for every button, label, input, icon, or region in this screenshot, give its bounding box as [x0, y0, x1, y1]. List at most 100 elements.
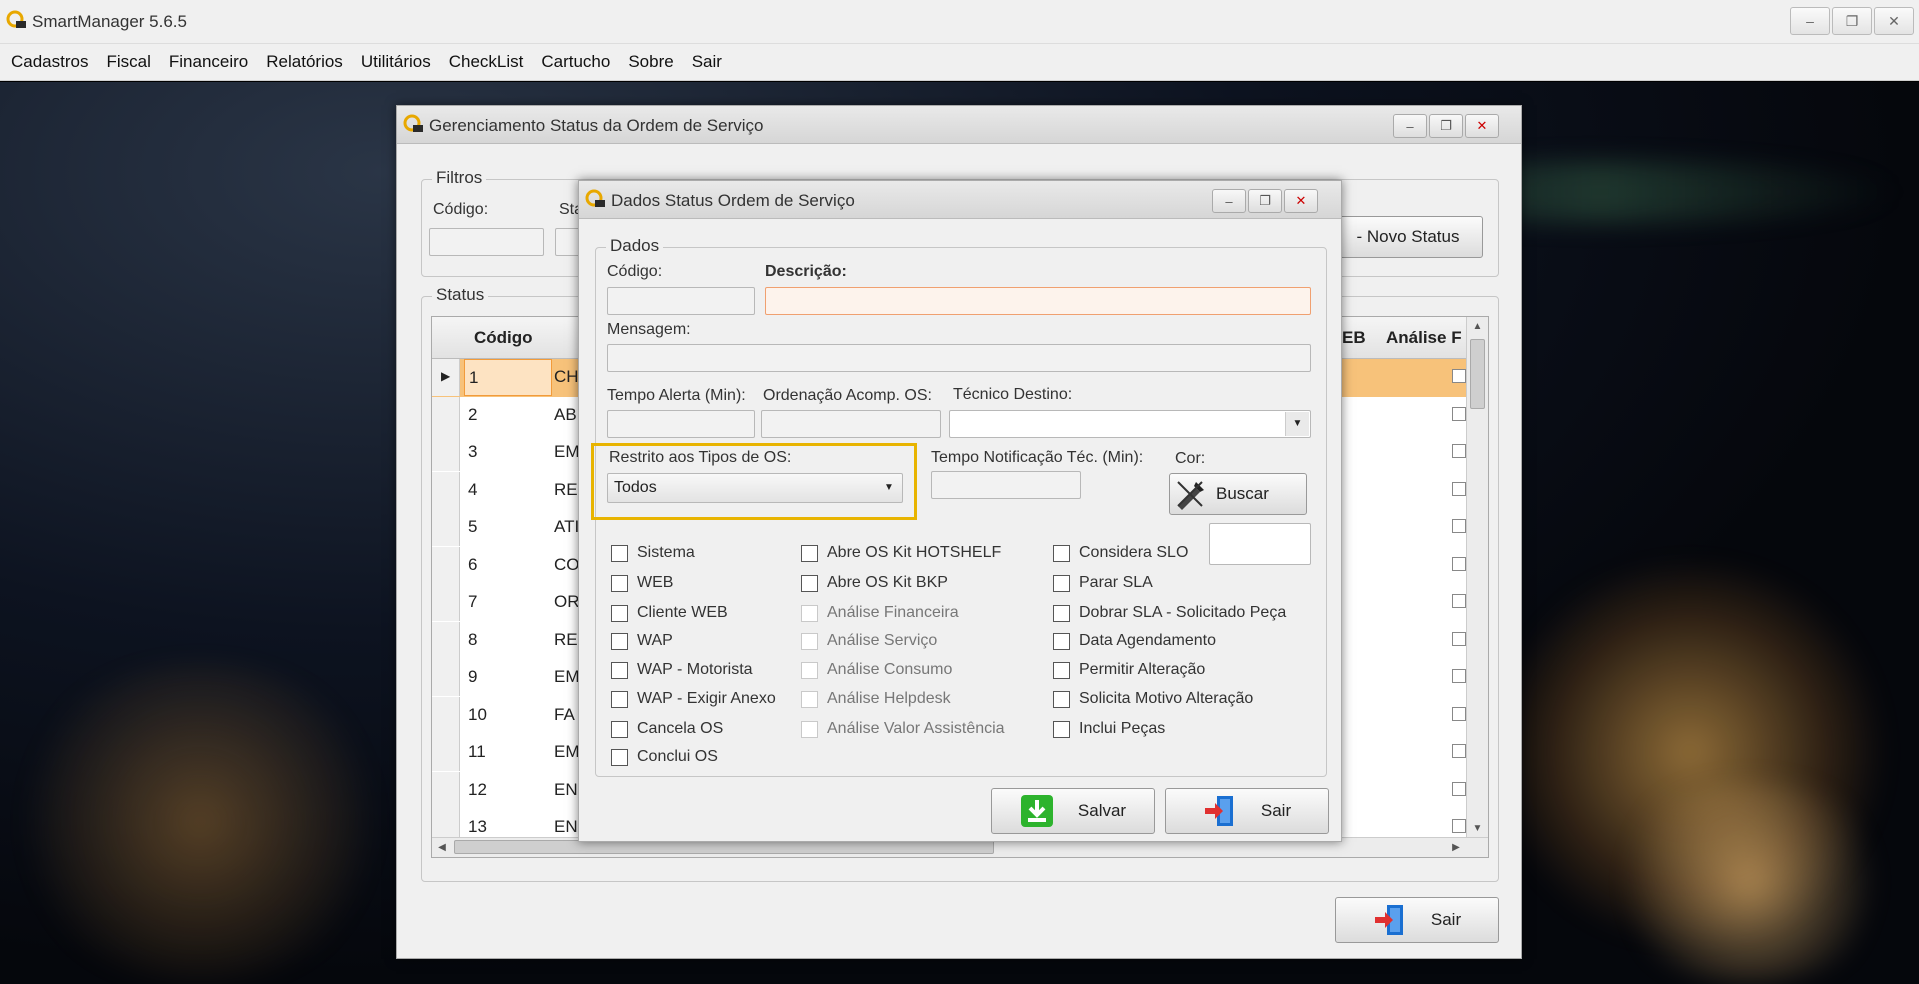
row-header[interactable]: ▶ — [432, 359, 460, 396]
close-icon[interactable]: ✕ — [1874, 7, 1914, 35]
row-header[interactable] — [432, 771, 460, 809]
cell-descricao: CO — [554, 554, 580, 574]
cell-checkbox[interactable] — [1452, 781, 1466, 796]
checkbox-cliente-web[interactable] — [611, 605, 628, 622]
checkbox-abre-os-kit-bkp[interactable] — [801, 575, 818, 592]
checkbox-web[interactable] — [611, 575, 628, 592]
menu-cadastros[interactable]: Cadastros — [2, 52, 97, 72]
checkbox-wap-exigir-anexo[interactable] — [611, 691, 628, 708]
minimize-icon[interactable]: – — [1790, 7, 1830, 35]
row-header[interactable] — [432, 509, 460, 546]
grid-header-web[interactable]: EB — [1342, 328, 1366, 348]
chevron-down-icon[interactable]: ▼ — [1285, 412, 1309, 436]
row-header[interactable] — [432, 734, 460, 771]
grid-header-analise[interactable]: Análise F — [1386, 328, 1462, 348]
novo-status-button[interactable]: - Novo Status — [1333, 216, 1483, 258]
minimize-icon[interactable]: – — [1393, 114, 1427, 138]
tempo-alerta-input[interactable] — [607, 410, 755, 438]
row-header[interactable] — [432, 659, 460, 696]
checkbox-label: Análise Helpdesk — [827, 690, 951, 707]
tempo-notificacao-input[interactable] — [931, 471, 1081, 499]
menu-sair[interactable]: Sair — [683, 52, 731, 72]
buscar-cor-button[interactable]: Buscar — [1169, 473, 1307, 515]
row-header[interactable] — [432, 434, 460, 471]
menu-financeiro[interactable]: Financeiro — [160, 52, 257, 72]
cell-checkbox[interactable] — [1452, 819, 1466, 833]
restore-icon[interactable]: ❐ — [1832, 7, 1872, 35]
cell-codigo: 4 — [468, 479, 478, 499]
hscroll-thumb[interactable] — [454, 840, 994, 854]
checkbox-inclui-pecas[interactable] — [1053, 721, 1070, 738]
checkbox-wap[interactable] — [611, 633, 628, 650]
checkbox-analise-servico — [801, 633, 818, 650]
menu-checklist[interactable]: CheckList — [440, 52, 533, 72]
status-sair-button[interactable]: Sair — [1335, 897, 1499, 943]
checkbox-abre-os-kit-hotshelf[interactable] — [801, 545, 818, 562]
scroll-down-icon[interactable]: ▼ — [1467, 819, 1488, 839]
cell-checkbox[interactable] — [1452, 406, 1466, 421]
dados-legend: Dados — [606, 236, 664, 256]
minimize-icon[interactable]: – — [1212, 189, 1246, 213]
checkbox-permitir-alteracao[interactable] — [1053, 662, 1070, 679]
checkbox-label: Dobrar SLA - Solicitado Peça — [1079, 604, 1287, 621]
close-icon[interactable]: ✕ — [1465, 114, 1499, 138]
dados-sair-button[interactable]: Sair — [1165, 788, 1329, 834]
cell-codigo: 8 — [468, 629, 478, 649]
checkbox-considera-slo[interactable] — [1053, 545, 1070, 562]
restrito-tipos-os-select[interactable]: Todos ▼ — [607, 473, 903, 503]
row-header[interactable] — [432, 696, 460, 734]
ordenacao-input[interactable] — [761, 410, 941, 438]
checkbox-wap-motorista[interactable] — [611, 662, 628, 679]
mensagem-input[interactable] — [607, 344, 1311, 372]
checkbox-dobrar-sla-solicitado-peca[interactable] — [1053, 605, 1070, 622]
descricao-label: Descrição: — [765, 263, 847, 280]
chevron-down-icon[interactable]: ▼ — [878, 476, 900, 500]
row-header[interactable] — [432, 396, 460, 434]
checkbox-sistema[interactable] — [611, 545, 628, 562]
menu-cartucho[interactable]: Cartucho — [532, 52, 619, 72]
row-header[interactable] — [432, 471, 460, 509]
menu-relatorios[interactable]: Relatórios — [257, 52, 352, 72]
menu-sobre[interactable]: Sobre — [619, 52, 682, 72]
cor-label: Cor: — [1175, 450, 1206, 467]
cell-checkbox[interactable] — [1452, 669, 1466, 683]
row-header[interactable] — [432, 584, 460, 621]
descricao-input[interactable] — [765, 287, 1311, 315]
cell-checkbox[interactable] — [1452, 706, 1466, 721]
cell-checkbox[interactable] — [1452, 369, 1466, 383]
scroll-up-icon[interactable]: ▲ — [1467, 317, 1488, 337]
salvar-label: Salvar — [1077, 801, 1127, 820]
codigo-input[interactable] — [607, 287, 755, 315]
close-icon[interactable]: ✕ — [1284, 189, 1318, 213]
cell-checkbox[interactable] — [1452, 444, 1466, 458]
cell-descricao: EN — [554, 779, 578, 799]
maximize-icon[interactable]: ❐ — [1248, 189, 1282, 213]
menu-fiscal[interactable]: Fiscal — [97, 52, 159, 72]
menu-utilitarios[interactable]: Utilitários — [352, 52, 440, 72]
scroll-left-icon[interactable]: ◀ — [432, 838, 452, 857]
checkbox-data-agendamento[interactable] — [1053, 633, 1070, 650]
dados-sair-label: Sair — [1260, 801, 1292, 820]
filter-codigo-input[interactable] — [429, 228, 544, 256]
cell-checkbox[interactable] — [1452, 519, 1466, 533]
codigo-label: Código: — [607, 263, 663, 280]
scroll-right-icon[interactable]: ▶ — [1446, 838, 1466, 857]
cell-checkbox[interactable] — [1452, 631, 1466, 646]
cell-descricao: EM — [554, 667, 580, 686]
grid-vertical-scrollbar[interactable]: ▲ ▼ — [1466, 317, 1488, 839]
row-header[interactable] — [432, 621, 460, 659]
scroll-thumb[interactable] — [1470, 339, 1485, 409]
maximize-icon[interactable]: ❐ — [1429, 114, 1463, 138]
grid-header-codigo[interactable]: Código — [474, 328, 533, 348]
checkbox-solicita-motivo-alteracao[interactable] — [1053, 691, 1070, 708]
cell-checkbox[interactable] — [1452, 481, 1466, 496]
cell-checkbox[interactable] — [1452, 744, 1466, 758]
row-header[interactable] — [432, 546, 460, 584]
tecnico-destino-select[interactable]: ▼ — [949, 410, 1311, 438]
checkbox-parar-sla[interactable] — [1053, 575, 1070, 592]
cell-checkbox[interactable] — [1452, 594, 1466, 608]
cell-checkbox[interactable] — [1452, 556, 1466, 571]
salvar-button[interactable]: Salvar — [991, 788, 1155, 834]
checkbox-cancela-os[interactable] — [611, 721, 628, 738]
checkbox-conclui-os[interactable] — [611, 749, 628, 766]
